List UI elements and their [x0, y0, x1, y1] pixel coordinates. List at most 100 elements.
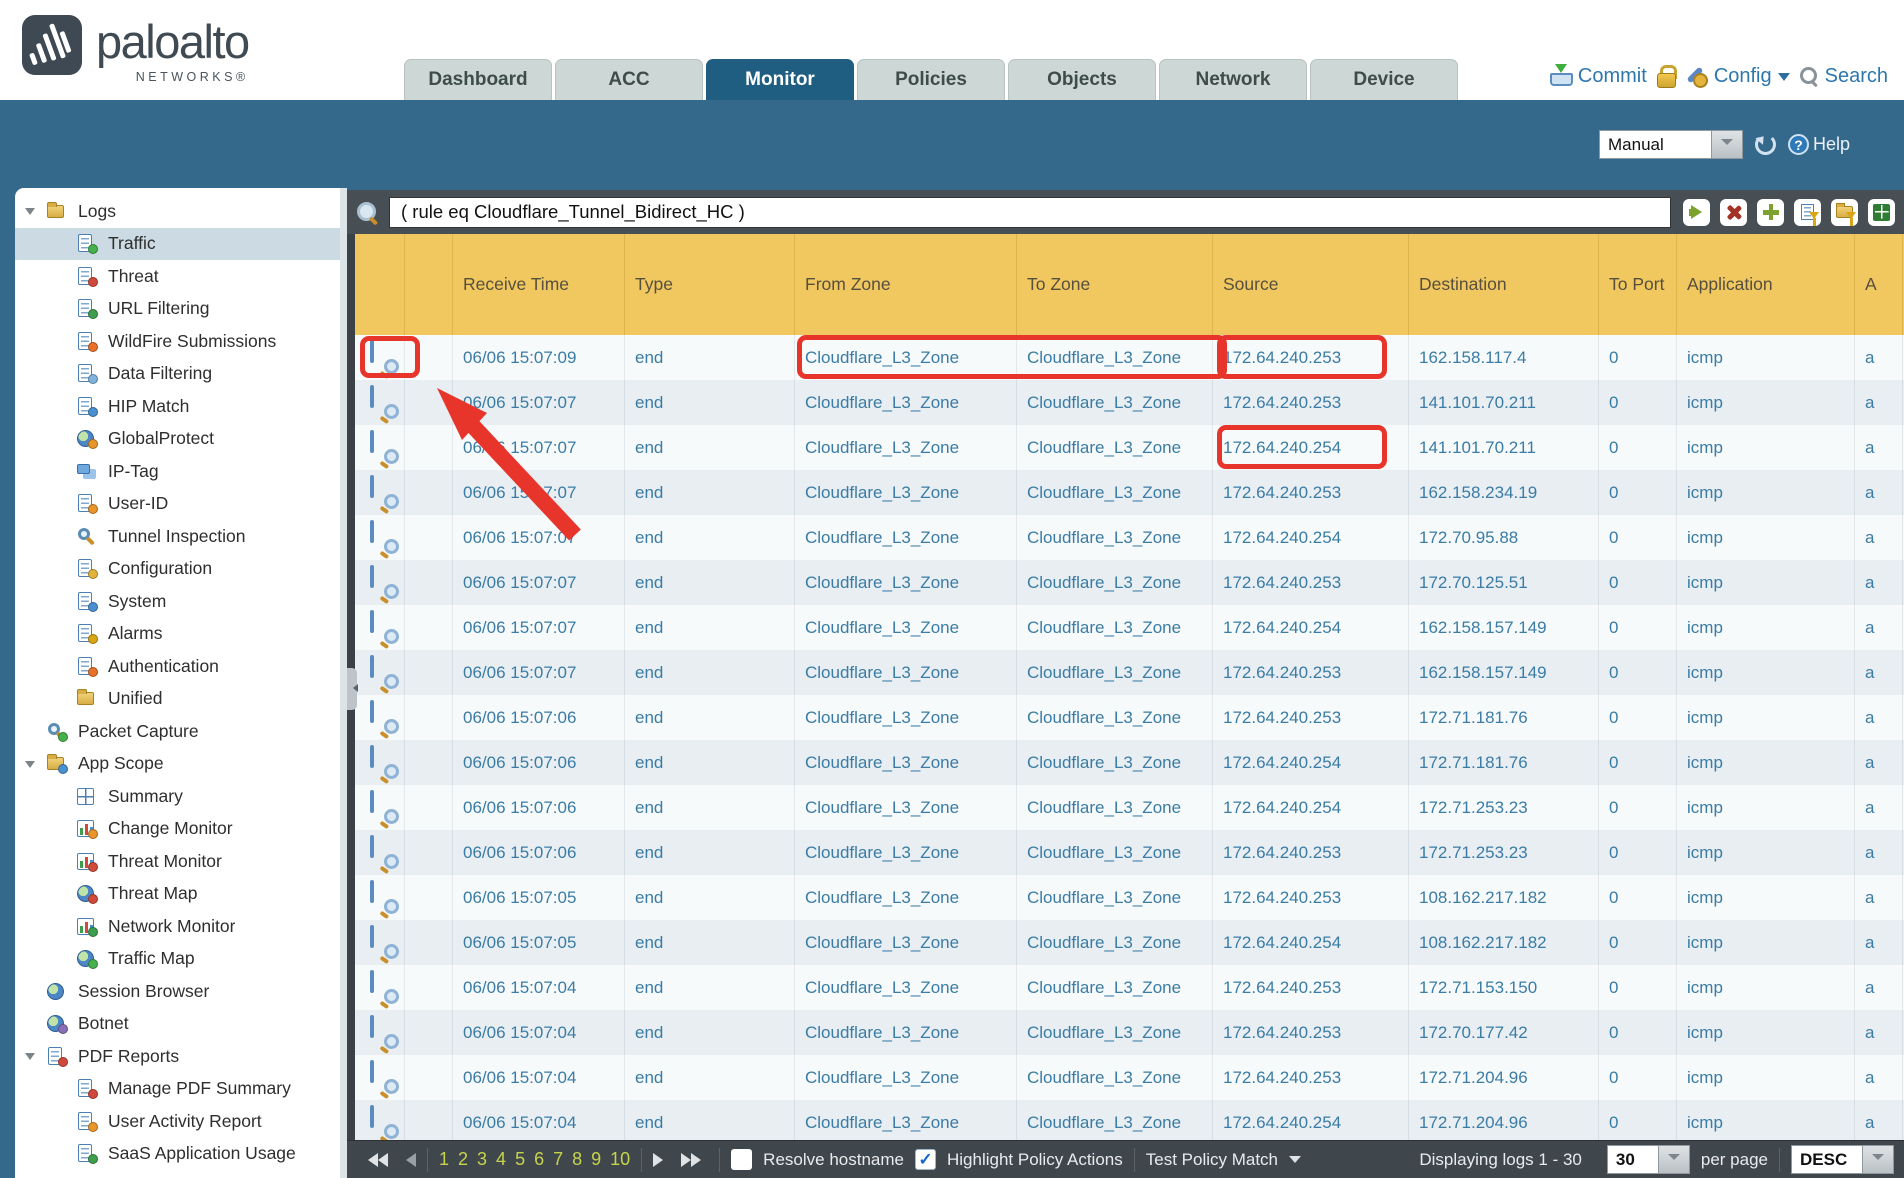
sidebar-scrollbar-track[interactable]	[340, 188, 347, 1178]
cell-destination[interactable]: 172.70.125.51	[1409, 560, 1599, 605]
add-filter-button[interactable]	[1757, 199, 1784, 226]
table-row[interactable]: 06/06 15:07:04 end Cloudflare_L3_Zone Cl…	[355, 1100, 1904, 1140]
sidebar-item-network-monitor[interactable]: Network Monitor	[15, 910, 340, 943]
cell-from-zone[interactable]: Cloudflare_L3_Zone	[795, 785, 1017, 830]
cell-receive-time[interactable]: 06/06 15:07:04	[453, 1055, 625, 1100]
cell-to-port[interactable]: 0	[1599, 1010, 1677, 1055]
log-detail-icon[interactable]	[370, 837, 396, 868]
cell-source[interactable]: 172.64.240.254	[1213, 740, 1409, 785]
cell-source[interactable]: 172.64.240.254	[1213, 785, 1409, 830]
cell-to-zone[interactable]: Cloudflare_L3_Zone	[1017, 695, 1213, 740]
cell-action[interactable]: a	[1855, 875, 1903, 920]
cell-to-zone[interactable]: Cloudflare_L3_Zone	[1017, 875, 1213, 920]
cell-action[interactable]: a	[1855, 335, 1903, 380]
refresh-mode-select[interactable]: Manual	[1599, 130, 1743, 159]
cell-action[interactable]: a	[1855, 830, 1903, 875]
cell-receive-time[interactable]: 06/06 15:07:07	[453, 605, 625, 650]
cell-application[interactable]: icmp	[1677, 335, 1855, 380]
log-detail-icon[interactable]	[370, 657, 396, 688]
cell-to-zone[interactable]: Cloudflare_L3_Zone	[1017, 605, 1213, 650]
table-row[interactable]: 06/06 15:07:04 end Cloudflare_L3_Zone Cl…	[355, 1055, 1904, 1100]
cell-source[interactable]: 172.64.240.253	[1213, 1010, 1409, 1055]
cell-type[interactable]: end	[625, 1010, 795, 1055]
refresh-icon[interactable]	[1755, 134, 1776, 155]
log-detail-icon[interactable]	[370, 882, 396, 913]
cell-destination[interactable]: 172.71.204.96	[1409, 1055, 1599, 1100]
cell-to-zone[interactable]: Cloudflare_L3_Zone	[1017, 470, 1213, 515]
sort-order-select[interactable]: DESC	[1791, 1145, 1894, 1174]
cell-type[interactable]: end	[625, 785, 795, 830]
cell-to-port[interactable]: 0	[1599, 605, 1677, 650]
sidebar-item-change-monitor[interactable]: Change Monitor	[15, 813, 340, 846]
cell-action[interactable]: a	[1855, 920, 1903, 965]
cell-receive-time[interactable]: 06/06 15:07:07	[453, 425, 625, 470]
cell-to-port[interactable]: 0	[1599, 425, 1677, 470]
cell-from-zone[interactable]: Cloudflare_L3_Zone	[795, 470, 1017, 515]
cell-from-zone[interactable]: Cloudflare_L3_Zone	[795, 335, 1017, 380]
cell-from-zone[interactable]: Cloudflare_L3_Zone	[795, 1055, 1017, 1100]
cell-to-port[interactable]: 0	[1599, 1055, 1677, 1100]
cell-from-zone[interactable]: Cloudflare_L3_Zone	[795, 695, 1017, 740]
column-header-destination[interactable]: Destination	[1409, 234, 1599, 335]
cell-to-port[interactable]: 0	[1599, 515, 1677, 560]
resolve-hostname-checkbox[interactable]	[731, 1149, 752, 1170]
sidebar-item-botnet[interactable]: Botnet	[15, 1008, 340, 1041]
cell-action[interactable]: a	[1855, 965, 1903, 1010]
log-detail-icon[interactable]	[370, 972, 396, 1003]
cell-application[interactable]: icmp	[1677, 470, 1855, 515]
cell-type[interactable]: end	[625, 1100, 795, 1140]
table-row[interactable]: 06/06 15:07:06 end Cloudflare_L3_Zone Cl…	[355, 740, 1904, 785]
page-number-3[interactable]: 3	[477, 1149, 487, 1170]
refresh-mode-dropdown-button[interactable]	[1712, 130, 1743, 159]
cell-to-port[interactable]: 0	[1599, 965, 1677, 1010]
cell-to-port[interactable]: 0	[1599, 335, 1677, 380]
table-row[interactable]: 06/06 15:07:05 end Cloudflare_L3_Zone Cl…	[355, 875, 1904, 920]
export-csv-button[interactable]	[1868, 199, 1895, 226]
per-page-select[interactable]: 30	[1607, 1145, 1690, 1174]
cell-source[interactable]: 172.64.240.253	[1213, 335, 1409, 380]
sidebar-item-user-activity-report[interactable]: User Activity Report	[15, 1105, 340, 1138]
cell-receive-time[interactable]: 06/06 15:07:05	[453, 875, 625, 920]
sidebar-item-threat[interactable]: Threat	[15, 260, 340, 293]
cell-type[interactable]: end	[625, 605, 795, 650]
first-page-button[interactable]	[361, 1153, 388, 1167]
sidebar-item-globalprotect[interactable]: GlobalProtect	[15, 423, 340, 456]
cell-destination[interactable]: 172.71.181.76	[1409, 695, 1599, 740]
cell-destination[interactable]: 141.101.70.211	[1409, 425, 1599, 470]
sidebar-item-authentication[interactable]: Authentication	[15, 650, 340, 683]
cell-receive-time[interactable]: 06/06 15:07:07	[453, 515, 625, 560]
previous-page-button[interactable]	[399, 1153, 416, 1167]
sidebar-item-hip-match[interactable]: HIP Match	[15, 390, 340, 423]
tab-acc[interactable]: ACC	[555, 59, 703, 100]
cell-application[interactable]: icmp	[1677, 605, 1855, 650]
sidebar-collapse-handle[interactable]	[347, 668, 357, 710]
sidebar-item-url-filtering[interactable]: URL Filtering	[15, 293, 340, 326]
cell-source[interactable]: 172.64.240.253	[1213, 1055, 1409, 1100]
cell-to-zone[interactable]: Cloudflare_L3_Zone	[1017, 1100, 1213, 1140]
sidebar-item-wildfire-submissions[interactable]: WildFire Submissions	[15, 325, 340, 358]
page-number-1[interactable]: 1	[439, 1149, 449, 1170]
column-header-to-zone[interactable]: To Zone	[1017, 234, 1213, 335]
cell-application[interactable]: icmp	[1677, 830, 1855, 875]
cell-type[interactable]: end	[625, 830, 795, 875]
cell-source[interactable]: 172.64.240.253	[1213, 650, 1409, 695]
cell-action[interactable]: a	[1855, 470, 1903, 515]
sidebar-item-configuration[interactable]: Configuration	[15, 553, 340, 586]
cell-from-zone[interactable]: Cloudflare_L3_Zone	[795, 1100, 1017, 1140]
help-button[interactable]: ? Help	[1788, 134, 1850, 155]
cell-source[interactable]: 172.64.240.253	[1213, 965, 1409, 1010]
cell-destination[interactable]: 172.70.177.42	[1409, 1010, 1599, 1055]
last-page-button[interactable]	[681, 1153, 708, 1167]
sidebar-item-traffic[interactable]: Traffic	[15, 228, 340, 261]
column-header-receive-time[interactable]: Receive Time	[453, 234, 625, 335]
cell-action[interactable]: a	[1855, 1010, 1903, 1055]
tab-device[interactable]: Device	[1310, 59, 1458, 100]
cell-source[interactable]: 172.64.240.254	[1213, 425, 1409, 470]
cell-application[interactable]: icmp	[1677, 965, 1855, 1010]
sidebar-item-tunnel-inspection[interactable]: Tunnel Inspection	[15, 520, 340, 553]
tree-expand-icon[interactable]	[25, 761, 35, 773]
saved-filters-button[interactable]	[1831, 199, 1858, 226]
cell-source[interactable]: 172.64.240.253	[1213, 830, 1409, 875]
cell-application[interactable]: icmp	[1677, 425, 1855, 470]
cell-destination[interactable]: 162.158.234.19	[1409, 470, 1599, 515]
